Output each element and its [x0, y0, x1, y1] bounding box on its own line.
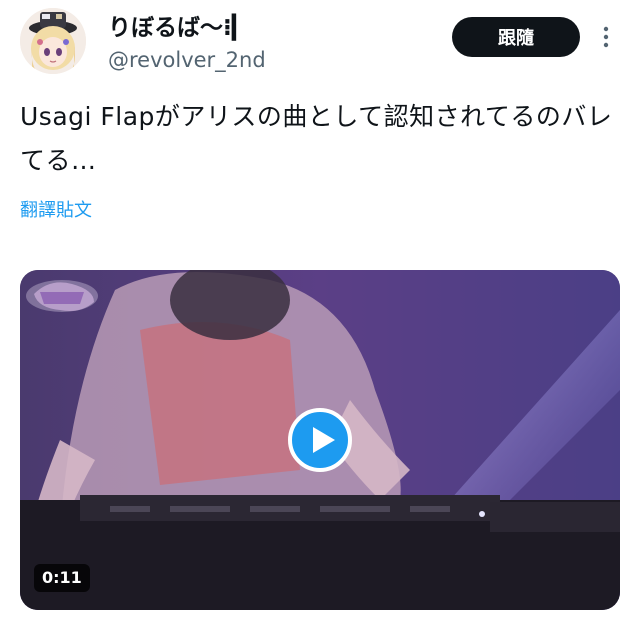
- play-icon: [288, 408, 352, 472]
- tweet-card: りぼるば〜⁝▎ @revolver_2nd 跟隨 Usagi Flapがアリスの…: [0, 0, 640, 617]
- display-name[interactable]: りぼるば〜⁝▎: [108, 14, 249, 42]
- translate-link[interactable]: 翻譯貼文: [20, 198, 92, 224]
- video-player[interactable]: 0:11: [20, 270, 620, 610]
- avatar-illustration: [20, 8, 86, 74]
- avatar[interactable]: [20, 8, 86, 74]
- follow-button[interactable]: 跟隨: [452, 17, 580, 57]
- more-button[interactable]: [596, 22, 616, 52]
- tweet-text: Usagi Flapがアリスの曲として認知されてるのバレてる…: [20, 102, 613, 175]
- play-button[interactable]: [288, 408, 352, 472]
- more-vertical-icon: [603, 26, 609, 48]
- handle[interactable]: @revolver_2nd: [108, 46, 266, 74]
- video-duration-badge: 0:11: [34, 564, 90, 592]
